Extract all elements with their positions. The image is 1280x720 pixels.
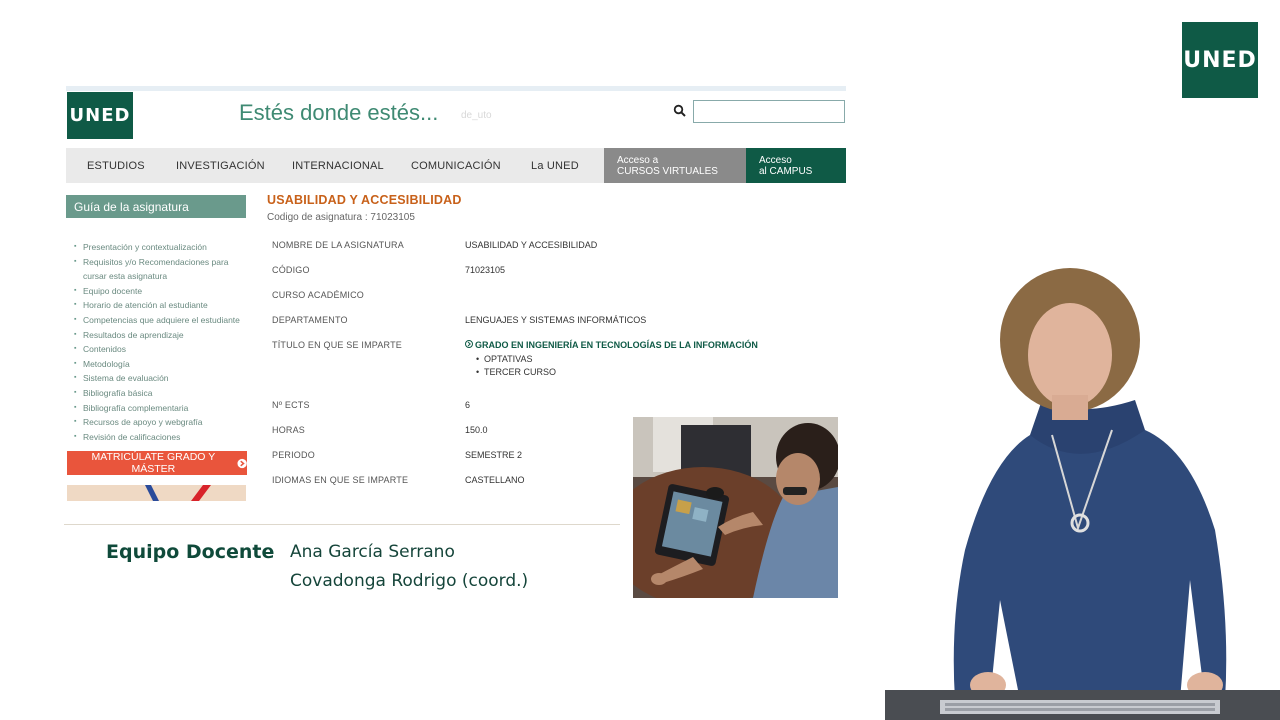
search-input[interactable] — [693, 100, 845, 123]
label-year: CURSO ACADÉMICO — [272, 290, 365, 300]
sidebar-item-horario[interactable]: Horario de atención al estudiante — [74, 298, 250, 313]
sidebar-menu: Presentación y contextualización Requisi… — [74, 240, 250, 444]
sidebar-item-metodologia[interactable]: Metodología — [74, 357, 250, 372]
nav-campus-access[interactable]: Acceso al CAMPUS — [746, 148, 846, 183]
sidebar-item-evaluacion[interactable]: Sistema de evaluación — [74, 371, 250, 386]
degree-sub-item: TERCER CURSO — [476, 367, 556, 377]
sidebar-item-presentacion[interactable]: Presentación y contextualización — [74, 240, 250, 255]
label-languages: IDIOMAS EN QUE SE IMPARTE — [272, 475, 409, 485]
arrow-circle-icon — [237, 458, 247, 468]
sidebar-item-recursos[interactable]: Recursos de apoyo y webgrafía — [74, 415, 250, 430]
section-divider — [64, 524, 620, 525]
value-code: 71023105 — [465, 265, 506, 275]
value-period: SEMESTRE 2 — [465, 450, 523, 460]
nav-la-uned[interactable]: La UNED — [531, 148, 604, 183]
corner-logo-text: UNED — [1183, 47, 1257, 73]
site-logo[interactable]: UNED — [67, 92, 133, 139]
degree-link-text: GRADO EN INGENIERÍA EN TECNOLOGÍAS DE LA… — [475, 340, 758, 350]
value-ects: 6 — [465, 400, 471, 410]
nav-virtual-line2: CURSOS VIRTUALES — [617, 166, 718, 177]
degree-sub-item: OPTATIVAS — [476, 354, 532, 364]
student-tablet-photo — [633, 417, 838, 598]
course-title: USABILIDAD Y ACCESIBILIDAD — [267, 193, 462, 207]
value-hours: 150.0 — [465, 425, 488, 435]
label-ects: Nº ECTS — [272, 400, 310, 410]
sidebar-item-requisitos[interactable]: Requisitos y/o Recomendaciones para curs… — [74, 255, 250, 284]
sidebar-item-contenidos[interactable]: Contenidos — [74, 342, 250, 357]
course-code-line: Codigo de asignatura : 71023105 — [267, 212, 415, 223]
degree-link[interactable]: GRADO EN INGENIERÍA EN TECNOLOGÍAS DE LA… — [465, 340, 758, 350]
search-icon[interactable] — [673, 104, 687, 118]
nav-campus-line2: al CAMPUS — [759, 166, 813, 177]
label-hours: HORAS — [272, 425, 306, 435]
nav-virtual-courses[interactable]: Acceso a CURSOS VIRTUALES — [604, 148, 746, 183]
nav-campus-line1: Acceso — [759, 155, 792, 166]
decorative-banner — [67, 485, 246, 501]
team-member: Covadonga Rodrigo (coord.) — [290, 571, 529, 591]
presenter-figure — [885, 268, 1280, 720]
nav-virtual-line1: Acceso a — [617, 155, 659, 166]
uned-corner-logo: UNED — [1182, 22, 1258, 98]
slogan-watermark: de_uto — [461, 110, 492, 121]
enroll-button[interactable]: MATRICÚLATE GRADO Y MÁSTER — [67, 451, 247, 475]
sidebar-item-bibliografia-complementaria[interactable]: Bibliografía complementaria — [74, 401, 250, 416]
sidebar-header: Guía de la asignatura — [66, 195, 246, 218]
label-dept: DEPARTAMENTO — [272, 315, 348, 325]
team-title: Equipo Docente — [106, 541, 275, 563]
label-name: NOMBRE DE LA ASIGNATURA — [272, 240, 404, 250]
site-slogan: Estés donde estés... — [239, 100, 439, 125]
label-code: CÓDIGO — [272, 265, 310, 275]
value-name: USABILIDAD Y ACCESIBILIDAD — [465, 240, 598, 250]
nav-estudios[interactable]: ESTUDIOS — [66, 148, 176, 183]
sidebar-item-equipo[interactable]: Equipo docente — [74, 284, 250, 299]
main-navbar: ESTUDIOS INVESTIGACIÓN INTERNACIONAL COM… — [66, 148, 846, 183]
team-member: Ana García Serrano — [290, 542, 455, 562]
value-languages: CASTELLANO — [465, 475, 525, 485]
sidebar-item-competencias[interactable]: Competencias que adquiere el estudiante — [74, 313, 250, 328]
sidebar-item-resultados[interactable]: Resultados de aprendizaje — [74, 328, 250, 343]
label-degree: TÍTULO EN QUE SE IMPARTE — [272, 340, 402, 350]
sidebar-item-bibliografia-basica[interactable]: Bibliografía básica — [74, 386, 250, 401]
value-dept: LENGUAJES Y SISTEMAS INFORMÁTICOS — [465, 315, 647, 325]
site-top-line — [66, 86, 846, 91]
site-logo-text: UNED — [69, 105, 131, 126]
label-period: PERIODO — [272, 450, 315, 460]
arrow-circle-icon — [465, 340, 473, 348]
sidebar-item-revision[interactable]: Revisión de calificaciones — [74, 430, 250, 445]
nav-investigacion[interactable]: INVESTIGACIÓN — [176, 148, 292, 183]
nav-internacional[interactable]: INTERNACIONAL — [292, 148, 411, 183]
enroll-button-label: MATRICÚLATE GRADO Y MÁSTER — [91, 451, 216, 475]
nav-comunicacion[interactable]: COMUNICACIÓN — [411, 148, 531, 183]
